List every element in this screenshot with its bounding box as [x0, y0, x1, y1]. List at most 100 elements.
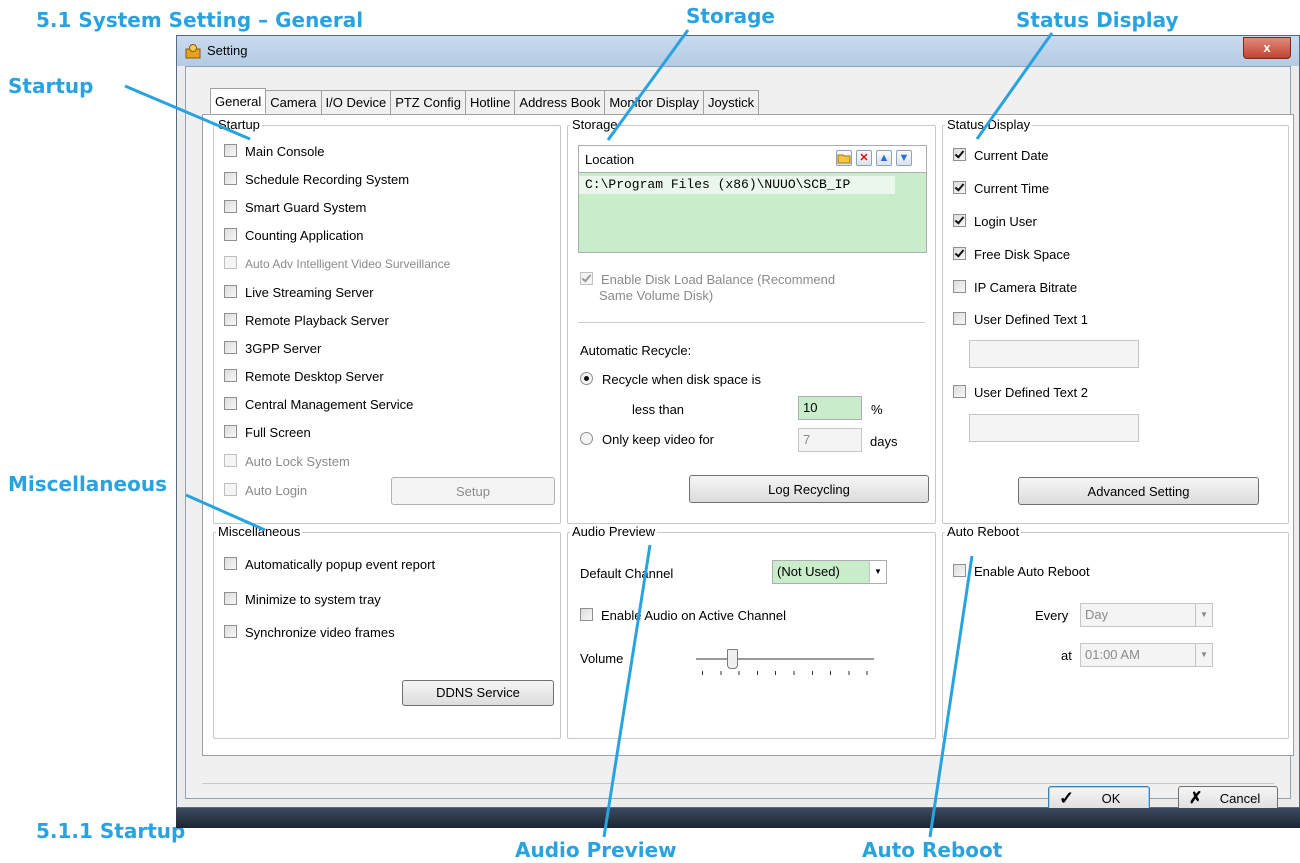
every-select: Day ▼: [1080, 603, 1213, 627]
advanced-setting-button[interactable]: Advanced Setting: [1018, 477, 1259, 505]
misc-synchronize-frames[interactable]: Synchronize video frames: [224, 625, 395, 641]
checkbox[interactable]: [224, 228, 237, 241]
checkbox[interactable]: [953, 564, 966, 577]
checkbox[interactable]: [953, 214, 966, 227]
log-recycling-button[interactable]: Log Recycling: [689, 475, 929, 503]
ddns-service-button[interactable]: DDNS Service: [402, 680, 554, 706]
keep-days-input[interactable]: 7: [798, 428, 862, 452]
tab-io-device[interactable]: I/O Device: [320, 90, 392, 114]
checkbox[interactable]: [224, 397, 237, 410]
arrow-up-icon[interactable]: ▲: [876, 150, 892, 166]
volume-label: Volume: [580, 651, 624, 666]
recycle-option[interactable]: Recycle when disk space is: [580, 372, 761, 388]
tab-hotline[interactable]: Hotline: [464, 90, 516, 114]
arrow-down-icon[interactable]: ▼: [896, 150, 912, 166]
callout-miscellaneous: Miscellaneous: [8, 472, 167, 496]
delete-icon[interactable]: ✕: [856, 150, 872, 166]
startup-remote-playback[interactable]: Remote Playback Server: [224, 313, 389, 329]
storage-location-list[interactable]: Location ✕ ▲ ▼ C:\Program Files (x86)\NU…: [578, 145, 927, 253]
misc-popup-event-report[interactable]: Automatically popup event report: [224, 557, 435, 573]
startup-live-streaming[interactable]: Live Streaming Server: [224, 285, 374, 301]
radio[interactable]: [580, 432, 593, 445]
keep-option[interactable]: Only keep video for: [580, 432, 714, 448]
tab-monitor-display[interactable]: Monitor Display: [604, 90, 704, 114]
user-text-2-input[interactable]: [969, 414, 1139, 442]
storage-separator: [578, 322, 925, 323]
taskbar-strip: [176, 808, 1300, 828]
tab-joystick[interactable]: Joystick: [702, 90, 760, 114]
checkbox: [580, 272, 593, 285]
location-item[interactable]: C:\Program Files (x86)\NUUO\SCB_IP: [579, 176, 895, 194]
tab-ptz-config[interactable]: PTZ Config: [390, 90, 466, 114]
tab-camera[interactable]: Camera: [265, 90, 322, 114]
auto-reboot-group-title: Auto Reboot: [945, 524, 1022, 539]
status-user-text-2[interactable]: User Defined Text 2: [953, 385, 1088, 401]
default-channel-value: (Not Used): [777, 564, 840, 579]
callout-storage: Storage: [686, 4, 775, 28]
startup-central-management[interactable]: Central Management Service: [224, 397, 413, 413]
status-user-text-1[interactable]: User Defined Text 1: [953, 312, 1088, 328]
startup-smart-guard[interactable]: Smart Guard System: [224, 200, 366, 216]
tab-address-book[interactable]: Address Book: [514, 90, 606, 114]
location-header-label: Location: [585, 152, 635, 167]
volume-thumb[interactable]: [726, 649, 738, 669]
startup-remote-desktop[interactable]: Remote Desktop Server: [224, 369, 384, 385]
checkbox[interactable]: [224, 592, 237, 605]
startup-full-screen[interactable]: Full Screen: [224, 425, 311, 441]
checkbox[interactable]: [224, 144, 237, 157]
status-ip-camera-bitrate[interactable]: IP Camera Bitrate: [953, 280, 1077, 296]
radio[interactable]: [580, 372, 593, 385]
startup-main-console[interactable]: Main Console: [224, 144, 325, 160]
chevron-down-icon[interactable]: ▼: [869, 561, 886, 583]
startup-schedule-recording[interactable]: Schedule Recording System: [224, 172, 409, 188]
callout-audio-preview: Audio Preview: [515, 838, 677, 862]
status-current-date[interactable]: Current Date: [953, 148, 1048, 164]
volume-slider[interactable]: [696, 645, 874, 675]
auto-recycle-label: Automatic Recycle:: [580, 343, 692, 358]
close-button[interactable]: x: [1243, 37, 1291, 59]
checkbox[interactable]: [953, 181, 966, 194]
checkbox[interactable]: [224, 369, 237, 382]
tab-general[interactable]: General: [210, 88, 267, 114]
status-login-user[interactable]: Login User: [953, 214, 1037, 230]
checkbox: [224, 454, 237, 467]
checkbox[interactable]: [224, 425, 237, 438]
checkbox[interactable]: [580, 608, 593, 621]
checkbox[interactable]: [953, 385, 966, 398]
recycle-percent-input[interactable]: 10: [798, 396, 862, 420]
checkbox[interactable]: [953, 247, 966, 260]
checkbox[interactable]: [224, 313, 237, 326]
load-balance-option: Enable Disk Load Balance (Recommend: [580, 272, 835, 288]
title-bar[interactable]: Setting x: [177, 36, 1299, 66]
startup-3gpp-server[interactable]: 3GPP Server: [224, 341, 321, 357]
status-display-group-title: Status Display: [945, 117, 1033, 132]
chevron-down-icon: ▼: [1195, 644, 1212, 666]
enable-audio-option[interactable]: Enable Audio on Active Channel: [580, 608, 786, 624]
checkbox[interactable]: [224, 172, 237, 185]
folder-icon[interactable]: [836, 150, 852, 166]
chevron-down-icon: ▼: [1195, 604, 1212, 626]
checkbox[interactable]: [224, 557, 237, 570]
checkbox[interactable]: [953, 148, 966, 161]
storage-group: Storage Location ✕ ▲ ▼ C:\Program Files …: [567, 118, 936, 524]
startup-counting-application[interactable]: Counting Application: [224, 228, 364, 244]
window-client: General Camera I/O Device PTZ Config Hot…: [185, 66, 1294, 812]
enable-auto-reboot[interactable]: Enable Auto Reboot: [953, 564, 1090, 580]
x-icon: ✗: [1189, 790, 1203, 807]
checkbox[interactable]: [953, 312, 966, 325]
default-channel-select[interactable]: (Not Used) ▼: [772, 560, 887, 584]
user-text-1-input[interactable]: [969, 340, 1139, 368]
status-free-disk-space[interactable]: Free Disk Space: [953, 247, 1070, 263]
check-icon: ✓: [1059, 788, 1075, 808]
checkbox[interactable]: [224, 625, 237, 638]
checkbox[interactable]: [224, 285, 237, 298]
default-channel-label: Default Channel: [580, 566, 674, 581]
checkbox[interactable]: [224, 341, 237, 354]
checkbox: [224, 483, 237, 496]
at-label: at: [1061, 648, 1072, 663]
misc-minimize-to-tray[interactable]: Minimize to system tray: [224, 592, 381, 608]
checkbox[interactable]: [224, 200, 237, 213]
every-label: Every: [1035, 608, 1069, 623]
checkbox[interactable]: [953, 280, 966, 293]
status-current-time[interactable]: Current Time: [953, 181, 1049, 197]
